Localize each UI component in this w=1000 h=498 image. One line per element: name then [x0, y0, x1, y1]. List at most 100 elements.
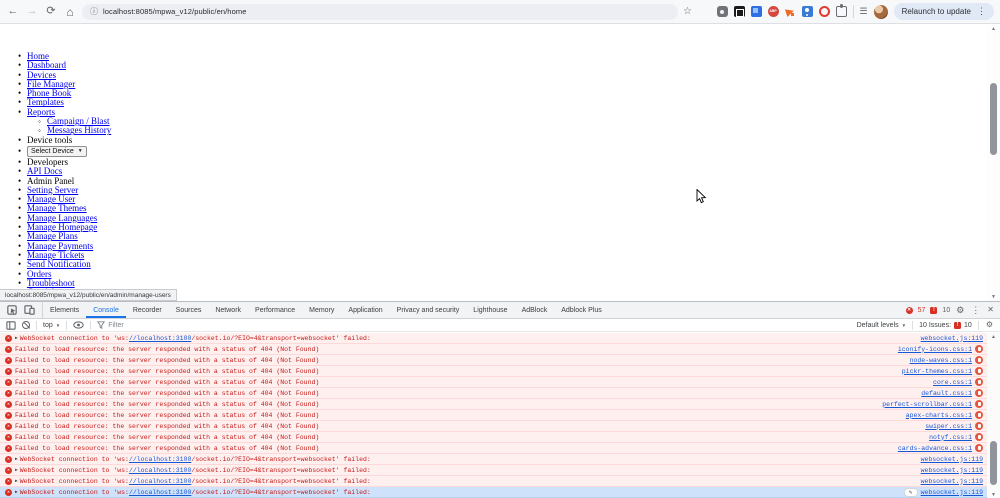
profile-avatar[interactable] — [874, 5, 888, 19]
devtools-tab-adblock[interactable]: AdBlock — [515, 302, 555, 318]
menu-item-manage-themes[interactable]: Manage Themes — [27, 204, 987, 213]
scroll-up-icon[interactable]: ▲ — [987, 333, 1000, 341]
devtools-tab-privacy-and-security[interactable]: Privacy and security — [390, 302, 467, 318]
menu-item-reports[interactable]: ReportsCampaign / BlastMessages History — [27, 108, 987, 136]
forward-icon[interactable]: → — [25, 5, 39, 19]
blue-pages-extension-icon[interactable] — [751, 6, 762, 17]
devtools-tab-application[interactable]: Application — [341, 302, 389, 318]
issues-counter[interactable]: 10 Issues: ! 10 — [919, 322, 972, 329]
source-file-link[interactable]: websocket.js:119 — [921, 489, 983, 496]
console-scrollbar[interactable]: ▲ ▼ — [987, 333, 1000, 498]
browser-menu-icon[interactable]: ⋮ — [977, 6, 986, 17]
menu-item-troubleshoot[interactable]: Troubleshoot — [27, 279, 987, 288]
expand-triangle-icon[interactable]: ▶ — [15, 457, 18, 462]
relaunch-to-update-button[interactable]: Relaunch to update ⋮ — [894, 3, 994, 20]
source-file-link[interactable]: perfect-scrollbar.css:1 — [882, 401, 972, 408]
expand-triangle-icon[interactable]: ▶ — [15, 336, 18, 341]
expand-triangle-icon[interactable]: ▶ — [15, 479, 18, 484]
home-icon[interactable]: ⌂ — [63, 5, 77, 19]
menu-item-send-notification[interactable]: Send Notification — [27, 260, 987, 269]
megaphone-extension-icon[interactable] — [785, 6, 796, 17]
page-scrollbar[interactable]: ▲ ▼ — [987, 25, 1000, 301]
websocket-url-link[interactable]: //localhost:3100 — [129, 489, 191, 496]
console-404-error-row[interactable]: ✕Failed to load resource: the server res… — [0, 388, 987, 399]
live-expression-eye-icon[interactable] — [73, 321, 84, 329]
scroll-down-icon[interactable]: ▼ — [987, 293, 1000, 301]
person-extension-icon[interactable] — [802, 6, 813, 17]
console-scrollbar-thumb[interactable] — [990, 441, 997, 485]
menu-item-api-docs[interactable]: API Docs — [27, 167, 987, 176]
console-websocket-error-row[interactable]: ✕▶WebSocket connection to 'ws://localhos… — [0, 454, 987, 465]
console-404-error-row[interactable]: ✕Failed to load resource: the server res… — [0, 355, 987, 366]
menu-item-templates[interactable]: Templates — [27, 98, 987, 107]
source-file-link[interactable]: websocket.js:119 — [921, 456, 983, 463]
console-404-error-row[interactable]: ✕Failed to load resource: the server res… — [0, 377, 987, 388]
menu-item-file-manager[interactable]: File Manager — [27, 80, 987, 89]
console-404-error-row[interactable]: ✕Failed to load resource: the server res… — [0, 366, 987, 377]
devtools-tab-lighthouse[interactable]: Lighthouse — [466, 302, 514, 318]
source-file-link[interactable]: core.css:1 — [933, 379, 972, 386]
scroll-up-icon[interactable]: ▲ — [987, 25, 1000, 33]
console-404-error-row[interactable]: ✕Failed to load resource: the server res… — [0, 443, 987, 454]
websocket-url-link[interactable]: //localhost:3100 — [129, 467, 191, 474]
scroll-down-icon[interactable]: ▼ — [987, 491, 1000, 498]
console-websocket-error-row[interactable]: ✕▶WebSocket connection to 'ws://localhos… — [0, 476, 987, 487]
site-info-icon[interactable]: ⓘ — [90, 8, 98, 16]
console-404-error-row[interactable]: ✕Failed to load resource: the server res… — [0, 344, 987, 355]
devtools-tab-network[interactable]: Network — [208, 302, 248, 318]
menu-item-home[interactable]: Home — [27, 52, 987, 61]
menu-item-manage-homepage[interactable]: Manage Homepage — [27, 223, 987, 232]
context-selector[interactable]: top ▼ — [43, 322, 60, 329]
reload-icon[interactable]: ⟳ — [44, 5, 58, 19]
adblock-plus-icon[interactable] — [768, 6, 779, 17]
source-file-link[interactable]: websocket.js:119 — [921, 335, 983, 342]
websocket-url-link[interactable]: //localhost:3100 — [129, 335, 191, 342]
source-file-link[interactable]: pickr-themes.css:1 — [902, 368, 972, 375]
websocket-url-link[interactable]: //localhost:3100 — [129, 456, 191, 463]
devtools-menu-icon[interactable]: ⋮ — [970, 306, 981, 315]
console-sidebar-icon[interactable] — [6, 321, 16, 330]
submenu-item-campaign-blast[interactable]: Campaign / Blast — [47, 117, 987, 126]
address-bar[interactable]: ⓘ localhost:8085/mpwa_v12/public/en/home — [82, 4, 678, 20]
console-404-error-row[interactable]: ✕Failed to load resource: the server res… — [0, 421, 987, 432]
source-file-link[interactable]: apex-charts.css:1 — [906, 412, 972, 419]
devtools-tab-memory[interactable]: Memory — [302, 302, 341, 318]
menu-item-phone-book[interactable]: Phone Book — [27, 89, 987, 98]
devtools-close-icon[interactable]: ✕ — [986, 306, 995, 314]
dark-square-extension-icon[interactable] — [734, 6, 745, 17]
devtools-tab-performance[interactable]: Performance — [248, 302, 302, 318]
console-404-error-row[interactable]: ✕Failed to load resource: the server res… — [0, 410, 987, 421]
console-websocket-error-row[interactable]: ✕▶WebSocket connection to 'ws://localhos… — [0, 333, 987, 344]
source-file-link[interactable]: notyf.css:1 — [929, 434, 972, 441]
source-file-link[interactable]: iconify-icons.css:1 — [898, 346, 972, 353]
console-websocket-error-row[interactable]: ✕▶WebSocket connection to 'ws://localhos… — [0, 487, 987, 498]
console-filter-input[interactable]: Filter — [97, 321, 124, 329]
source-file-link[interactable]: websocket.js:119 — [921, 478, 983, 485]
devtools-tab-recorder[interactable]: Recorder — [126, 302, 169, 318]
back-icon[interactable]: ← — [6, 5, 20, 19]
menu-item-manage-plans[interactable]: Manage Plans — [27, 232, 987, 241]
menu-item-setting-server[interactable]: Setting Server — [27, 186, 987, 195]
camera-extension-icon[interactable] — [717, 6, 728, 17]
expand-triangle-icon[interactable]: ▶ — [15, 490, 18, 495]
source-file-link[interactable]: default.css:1 — [921, 390, 972, 397]
red-ring-extension-icon[interactable] — [819, 6, 830, 17]
console-404-error-row[interactable]: ✕Failed to load resource: the server res… — [0, 399, 987, 410]
extension-hover-badge[interactable]: ✎ — [904, 488, 918, 497]
console-websocket-error-row[interactable]: ✕▶WebSocket connection to 'ws://localhos… — [0, 465, 987, 476]
menu-item-manage-user[interactable]: Manage User — [27, 195, 987, 204]
devtools-tab-adblock-plus[interactable]: Adblock Plus — [554, 302, 608, 318]
menu-item-select-device[interactable]: Select Device▼ — [27, 145, 987, 158]
devtools-tab-console[interactable]: Console — [86, 302, 126, 318]
bookmark-star-icon[interactable]: ☆ — [683, 7, 692, 17]
menu-item-orders[interactable]: Orders — [27, 270, 987, 279]
menu-item-devices[interactable]: Devices — [27, 71, 987, 80]
menu-item-manage-payments[interactable]: Manage Payments — [27, 242, 987, 251]
devtools-settings-icon[interactable]: ⚙ — [955, 306, 965, 315]
side-panel-icon[interactable]: ☰ — [860, 7, 868, 16]
clear-console-icon[interactable] — [22, 321, 30, 329]
menu-item-dashboard[interactable]: Dashboard — [27, 61, 987, 70]
devtools-tab-sources[interactable]: Sources — [169, 302, 209, 318]
menu-item-manage-languages[interactable]: Manage Languages — [27, 214, 987, 223]
menu-item-manage-tickets[interactable]: Manage Tickets — [27, 251, 987, 260]
